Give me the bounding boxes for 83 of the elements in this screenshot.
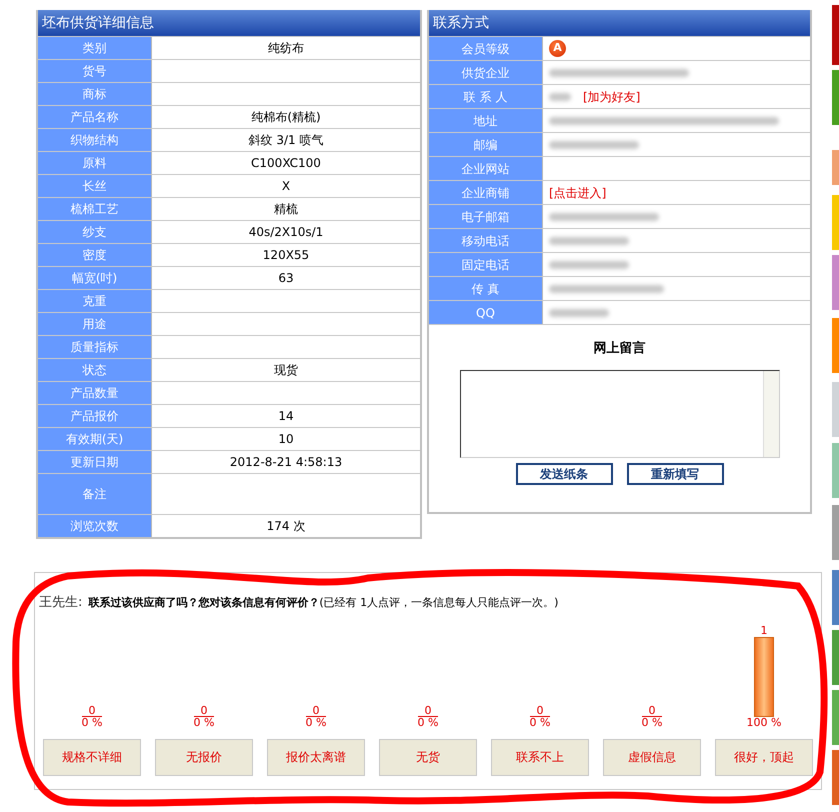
field-value: 174 次 (266, 518, 306, 535)
vote-count: 0 (312, 704, 320, 716)
field-label: 商标 (38, 83, 152, 105)
field-label: 联 系 人 (429, 85, 543, 108)
field-label: 幅宽(吋) (38, 267, 152, 289)
field-label: 移动电话 (429, 229, 543, 252)
field-label: 有效期(天) (38, 428, 152, 450)
message-title: 网上留言 (594, 340, 646, 358)
rating-option-button[interactable]: 虚假信息 (603, 738, 701, 776)
field-label: 会员等级 (429, 37, 543, 60)
vote-count: 1 (759, 624, 768, 636)
vote-percent: 0 % (82, 716, 102, 728)
form-button[interactable]: 重新填写 (626, 462, 724, 484)
field-label: 纱支 (38, 221, 152, 243)
rating-note: (已经有 1人点评，一条信息每人只能点评一次。) (319, 595, 558, 611)
field-label: 固定电话 (429, 253, 543, 276)
add-friend-link[interactable]: [加为好友] (583, 88, 640, 106)
field-label: 浏览次数 (38, 515, 152, 537)
vote-count: 0 (648, 704, 656, 716)
field-label: 原料 (38, 152, 152, 174)
field-label: 克重 (38, 290, 152, 312)
field-label: 货号 (38, 60, 152, 82)
form-button[interactable]: 发送纸条 (516, 462, 612, 484)
vote-percent: 0 % (306, 716, 326, 728)
rating-option-button[interactable]: 无报价 (155, 738, 253, 776)
field-value: 2012-8-21 4:58:13 (230, 454, 342, 471)
field-label: 备注 (38, 474, 152, 514)
vote-count: 0 (88, 704, 96, 716)
field-label: 织物结构 (38, 129, 152, 151)
panel-title: 联系方式 (429, 10, 810, 36)
field-label: 类别 (38, 37, 152, 59)
user-name: 王先生: (39, 594, 82, 612)
field-value: 斜纹 3/1 喷气 (248, 132, 324, 149)
field-value: 14 (278, 408, 294, 425)
field-label: 状态 (38, 359, 152, 381)
field-label: 密度 (38, 244, 152, 266)
vote-percent: 100 % (746, 716, 782, 728)
field-label: 梳棉工艺 (38, 198, 152, 220)
message-field[interactable] (460, 370, 780, 458)
field-label: 产品报价 (38, 405, 152, 427)
field-value: 63 (278, 270, 294, 287)
rating-option-button[interactable]: 联系不上 (491, 738, 589, 776)
rating-option-button[interactable]: 无货 (379, 738, 477, 776)
vote-percent: 0 % (642, 716, 662, 728)
vote-count: 0 (536, 704, 544, 716)
field-label: 用途 (38, 313, 152, 335)
field-label: 传 真 (429, 277, 543, 300)
field-label: 企业商铺 (429, 181, 543, 204)
member-level-badge-icon: A (549, 40, 566, 57)
field-value: 纯纺布 (268, 40, 304, 57)
vote-percent: 0 % (418, 716, 438, 728)
redacted-text (549, 92, 571, 100)
field-label: 企业网站 (429, 157, 543, 180)
scrollbar[interactable] (762, 370, 778, 456)
vote-percent: 0 % (194, 716, 214, 728)
vote-count: 0 (200, 704, 208, 716)
field-label: 更新日期 (38, 451, 152, 473)
field-label: 质量指标 (38, 336, 152, 358)
field-label: 产品名称 (38, 106, 152, 128)
field-value: C100XC100 (251, 155, 321, 172)
rating-option-button[interactable]: 规格不详细 (43, 738, 141, 776)
field-label: 地址 (429, 109, 543, 132)
field-label: 邮编 (429, 133, 543, 156)
field-value: X (282, 178, 290, 195)
field-label: 产品数量 (38, 382, 152, 404)
field-value: 现货 (274, 362, 298, 379)
field-label: QQ (429, 301, 543, 324)
field-value: 10 (278, 431, 294, 448)
field-value: 精梳 (274, 201, 298, 218)
rating-option-button[interactable]: 很好，顶起 (715, 738, 813, 776)
enter-shop-link[interactable]: [点击进入] (549, 184, 606, 202)
vote-count: 0 (424, 704, 432, 716)
field-label: 长丝 (38, 175, 152, 197)
field-value: 纯棉布(精梳) (251, 109, 321, 126)
field-value: 120X55 (262, 247, 310, 264)
field-label: 电子邮箱 (429, 205, 543, 228)
field-value: 40s/2X10s/1 (248, 224, 324, 241)
vote-percent: 0 % (530, 716, 550, 728)
redacted-text (549, 308, 609, 316)
field-label: 供货企业 (429, 61, 543, 84)
rating-option-button[interactable]: 报价太离谱 (267, 738, 365, 776)
rating-question: 联系过该供应商了吗？您对该条信息有何评价？ (88, 595, 320, 611)
panel-title: 坯布供货详细信息 (38, 10, 420, 36)
